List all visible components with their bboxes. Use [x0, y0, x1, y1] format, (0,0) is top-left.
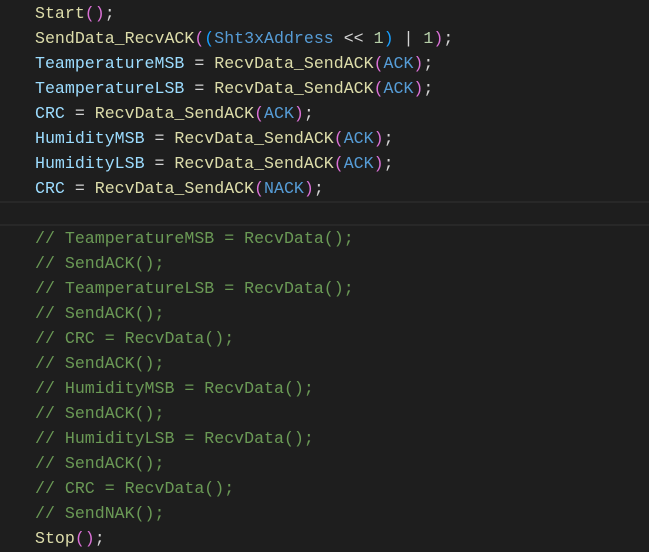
code-token: = — [64, 104, 95, 123]
code-line[interactable]: HumidityLSB = RecvData_SendACK(ACK); — [0, 151, 649, 176]
code-token: RecvData_SendACK — [214, 79, 374, 98]
code-token: ( — [373, 54, 384, 73]
code-line[interactable]: SendData_RecvACK((Sht3xAddress << 1) | 1… — [0, 26, 649, 51]
code-token: Start — [35, 4, 85, 23]
code-token: = — [144, 129, 175, 148]
code-token: << — [333, 29, 374, 48]
code-token: RecvData_SendACK — [174, 154, 334, 173]
code-token: RecvData_SendACK — [94, 104, 255, 123]
comment-token: // CRC = RecvData(); — [35, 329, 235, 348]
code-line[interactable]: // SendACK(); — [0, 301, 649, 326]
code-token: CRC — [35, 179, 65, 198]
code-line[interactable]: // SendNAK(); — [0, 501, 649, 526]
code-token: = — [184, 54, 215, 73]
code-line[interactable]: // CRC = RecvData(); — [0, 476, 649, 501]
code-token: ( — [194, 29, 205, 48]
code-token: ) — [413, 79, 424, 98]
code-token: ) — [383, 29, 394, 48]
code-token: ACK — [343, 154, 374, 173]
code-token: ; — [383, 154, 394, 173]
code-token: ; — [104, 4, 115, 23]
code-token: RecvData_SendACK — [174, 129, 334, 148]
code-token: ( — [254, 179, 265, 198]
code-token: () — [84, 4, 105, 23]
comment-token: // SendACK(); — [35, 304, 165, 323]
code-token: SendData_RecvACK — [35, 29, 195, 48]
code-token: | — [393, 29, 424, 48]
code-line[interactable]: HumidityMSB = RecvData_SendACK(ACK); — [0, 126, 649, 151]
code-token: ( — [333, 154, 344, 173]
code-token: ; — [443, 29, 454, 48]
code-line[interactable]: // TeamperatureMSB = RecvData(); — [0, 226, 649, 251]
code-token: NACK — [264, 179, 304, 198]
comment-token: // SendACK(); — [35, 254, 165, 273]
code-token: = — [184, 79, 215, 98]
comment-token: // TeamperatureLSB = RecvData(); — [35, 279, 354, 298]
code-line[interactable]: // HumidityMSB = RecvData(); — [0, 376, 649, 401]
code-line[interactable]: CRC = RecvData_SendACK(NACK); — [0, 176, 649, 201]
code-token: ; — [313, 179, 324, 198]
comment-token: // HumidityMSB = RecvData(); — [35, 379, 314, 398]
comment-token: // SendACK(); — [35, 404, 165, 423]
code-token: HumidityMSB — [35, 129, 145, 148]
code-line[interactable]: TeamperatureLSB = RecvData_SendACK(ACK); — [0, 76, 649, 101]
code-line[interactable]: Stop(); — [0, 526, 649, 551]
code-token: RecvData_SendACK — [214, 54, 374, 73]
comment-token: // TeamperatureMSB = RecvData(); — [35, 229, 354, 248]
code-token: 1 — [373, 29, 384, 48]
code-token: ( — [373, 79, 384, 98]
code-token: TeamperatureLSB — [35, 79, 185, 98]
code-editor[interactable]: Start(); SendData_RecvACK((Sht3xAddress <… — [0, 0, 649, 552]
code-token: Sht3xAddress — [214, 29, 334, 48]
code-line[interactable]: // SendACK(); — [0, 351, 649, 376]
comment-token: // SendACK(); — [35, 454, 165, 473]
code-token: ACK — [264, 104, 294, 123]
code-token: HumidityLSB — [35, 154, 145, 173]
code-token: ; — [383, 129, 394, 148]
code-token: ) — [433, 29, 444, 48]
code-token: ; — [303, 104, 314, 123]
code-token: ; — [94, 529, 105, 548]
code-line[interactable]: // SendACK(); — [0, 401, 649, 426]
code-token: () — [74, 529, 95, 548]
code-token: TeamperatureMSB — [35, 54, 185, 73]
code-token: = — [64, 179, 95, 198]
comment-token: // SendNAK(); — [35, 504, 165, 523]
code-line[interactable]: CRC = RecvData_SendACK(ACK); — [0, 101, 649, 126]
code-token: ( — [204, 29, 215, 48]
code-token: ; — [423, 79, 434, 98]
code-token: ACK — [383, 79, 414, 98]
code-token: ) — [413, 54, 424, 73]
code-line[interactable]: // HumidityLSB = RecvData(); — [0, 426, 649, 451]
code-token: ; — [423, 54, 434, 73]
code-token: ACK — [383, 54, 414, 73]
code-line[interactable]: // CRC = RecvData(); — [0, 326, 649, 351]
code-line[interactable]: Start(); — [0, 1, 649, 26]
code-line[interactable]: // TeamperatureLSB = RecvData(); — [0, 276, 649, 301]
code-line[interactable]: TeamperatureMSB = RecvData_SendACK(ACK); — [0, 51, 649, 76]
code-line[interactable]: // SendACK(); — [0, 451, 649, 476]
code-token: ) — [373, 154, 384, 173]
code-token: = — [144, 154, 175, 173]
code-token: ) — [303, 179, 314, 198]
comment-token: // HumidityLSB = RecvData(); — [35, 429, 314, 448]
code-token: ) — [293, 104, 304, 123]
code-token: Stop — [35, 529, 75, 548]
code-token: ACK — [343, 129, 374, 148]
code-line[interactable]: // SendACK(); — [0, 251, 649, 276]
comment-token: // SendACK(); — [35, 354, 165, 373]
code-token: ) — [373, 129, 384, 148]
current-code-line[interactable] — [0, 201, 649, 226]
code-token: 1 — [423, 29, 434, 48]
code-token: RecvData_SendACK — [94, 179, 255, 198]
code-token: ( — [254, 104, 265, 123]
code-token: ( — [333, 129, 344, 148]
code-token: CRC — [35, 104, 65, 123]
comment-token: // CRC = RecvData(); — [35, 479, 235, 498]
